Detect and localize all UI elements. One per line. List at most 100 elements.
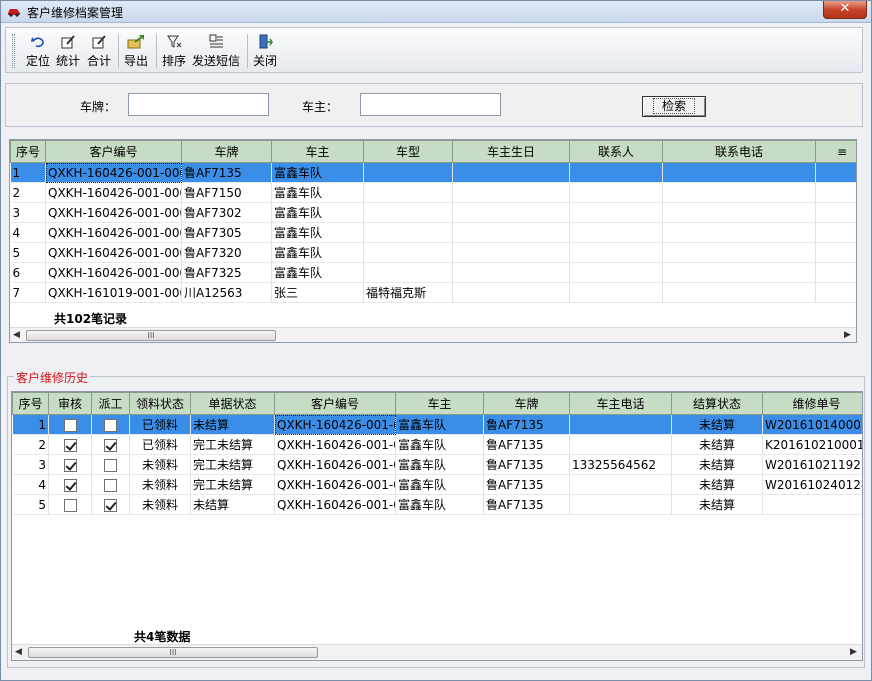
- column-header[interactable]: 车牌: [483, 392, 570, 415]
- table-cell[interactable]: [91, 434, 130, 455]
- dispatch-checkbox[interactable]: [104, 438, 117, 452]
- table-cell[interactable]: [91, 474, 130, 495]
- plate-input[interactable]: [128, 93, 269, 116]
- scroll-thumb[interactable]: III: [28, 647, 318, 658]
- table-cell: [452, 222, 570, 243]
- search-button[interactable]: 检索: [642, 96, 706, 117]
- history-hscrollbar[interactable]: ◀ III ▶: [12, 644, 862, 660]
- table-cell: [662, 202, 816, 223]
- table-cell: [569, 202, 663, 223]
- column-header[interactable]: 结算状态: [671, 392, 763, 415]
- table-cell: 未结算: [190, 414, 275, 435]
- audit-checkbox[interactable]: [63, 438, 77, 452]
- column-header[interactable]: 联系电话: [662, 140, 816, 163]
- audit-checkbox[interactable]: [63, 458, 77, 472]
- column-header[interactable]: 客户编号: [45, 140, 182, 163]
- filter-sort-icon: [167, 35, 182, 48]
- table-row[interactable]: 4 未领料完工未结算QXKH-160426-001-0001富鑫车队鲁AF7135…: [12, 474, 862, 495]
- table-cell[interactable]: [48, 434, 92, 455]
- table-cell: [363, 162, 453, 183]
- export-button[interactable]: 导出: [121, 32, 151, 70]
- column-header[interactable]: 序号: [10, 140, 46, 163]
- audit-checkbox[interactable]: [63, 498, 77, 512]
- table-row[interactable]: 3 QXKH-160426-001-0003 鲁AF7302 富鑫车队: [10, 202, 856, 223]
- table-row[interactable]: 6 QXKH-160426-001-0006 鲁AF7325 富鑫车队: [10, 262, 856, 283]
- column-header[interactable]: 客户编号: [274, 392, 396, 415]
- table-cell: 2: [12, 434, 49, 455]
- sort-button[interactable]: 排序: [159, 32, 189, 70]
- table-cell: 福特福克斯: [363, 282, 453, 303]
- column-header[interactable]: 车主电话: [569, 392, 672, 415]
- table-cell: [569, 434, 672, 455]
- scroll-right-icon[interactable]: ▶: [844, 330, 851, 340]
- table-cell: [569, 182, 663, 203]
- plate-label: 车牌：: [80, 100, 117, 114]
- table-cell: 未结算: [190, 494, 275, 515]
- table-cell: 川A12563: [181, 282, 272, 303]
- table-row[interactable]: 1 QXKH-160426-001-0001 鲁AF7135 富鑫车队: [10, 162, 856, 183]
- scroll-left-icon[interactable]: ◀: [13, 330, 20, 340]
- close-window-button[interactable]: ✕: [823, 1, 867, 19]
- table-row[interactable]: 7 QXKH-161019-001-0001 川A12563 张三 福特福克斯: [10, 282, 856, 303]
- column-header[interactable]: 审核: [48, 392, 92, 415]
- toolbar-grip[interactable]: [12, 34, 15, 68]
- column-header[interactable]: 领料状态: [129, 392, 191, 415]
- close-button[interactable]: 关闭: [250, 32, 280, 70]
- scroll-thumb[interactable]: III: [26, 330, 276, 341]
- table-cell: [363, 202, 453, 223]
- table-cell[interactable]: [91, 414, 130, 435]
- table-row[interactable]: 2 已领料完工未结算QXKH-160426-001-0001富鑫车队鲁AF7135…: [12, 434, 862, 455]
- table-cell: 4: [10, 222, 46, 243]
- table-cell: 已领料: [129, 414, 191, 435]
- total-button[interactable]: 合计: [85, 32, 113, 70]
- column-header[interactable]: 维修单号: [762, 392, 862, 415]
- owner-input[interactable]: [360, 93, 501, 116]
- table-row[interactable]: 3 未领料完工未结算QXKH-160426-001-0001富鑫车队鲁AF7135…: [12, 454, 862, 475]
- table-cell[interactable]: [48, 474, 92, 495]
- scroll-right-icon[interactable]: ▶: [850, 647, 857, 657]
- history-header-row: 序号 审核 派工 领料状态 单据状态 客户编号 车主 车牌 车主电话 结算状态 维修单号: [12, 392, 862, 415]
- table-cell[interactable]: [91, 454, 130, 475]
- table-row[interactable]: 1已领料未结算QXKH-160426-001-0001富鑫车队鲁AF7135未结…: [12, 414, 862, 435]
- column-header[interactable]: 派工: [91, 392, 130, 415]
- column-header[interactable]: 车主: [395, 392, 484, 415]
- table-row[interactable]: 4 QXKH-160426-001-0004 鲁AF7305 富鑫车队: [10, 222, 856, 243]
- locate-button[interactable]: 定位: [24, 32, 52, 70]
- dispatch-checkbox[interactable]: [104, 418, 117, 432]
- send-sms-button[interactable]: 发送短信: [190, 32, 242, 70]
- history-grid[interactable]: 序号 审核 派工 领料状态 单据状态 客户编号 车主 车牌 车主电话 结算状态 维修单号 1 已领料未…: [11, 391, 863, 661]
- table-row[interactable]: 5 QXKH-160426-001-0005 鲁AF7320 富鑫车队: [10, 242, 856, 263]
- dispatch-checkbox[interactable]: [104, 498, 117, 512]
- dispatch-checkbox[interactable]: [104, 478, 117, 492]
- column-header[interactable]: 单据状态: [190, 392, 275, 415]
- table-cell: 鲁AF7305: [181, 222, 272, 243]
- stats-button[interactable]: 统计: [54, 32, 82, 70]
- table-cell: [363, 222, 453, 243]
- scroll-left-icon[interactable]: ◀: [15, 647, 22, 657]
- table-cell[interactable]: [91, 494, 130, 515]
- audit-checkbox[interactable]: [63, 478, 77, 492]
- customer-grid[interactable]: 序号 客户编号 车牌 车主 车型 车主生日 联系人 联系电话 ≡ 1 QXKH-160426-00…: [9, 139, 857, 343]
- column-header[interactable]: 车主生日: [452, 140, 570, 163]
- column-header[interactable]: 车型: [363, 140, 453, 163]
- column-header[interactable]: 联系人: [569, 140, 663, 163]
- sms-list-icon: [209, 34, 223, 48]
- column-header[interactable]: ≡: [815, 140, 856, 163]
- column-header[interactable]: 车主: [271, 140, 364, 163]
- table-cell: 张三: [271, 282, 364, 303]
- table-row[interactable]: 2 QXKH-160426-001-0002 鲁AF7150 富鑫车队: [10, 182, 856, 203]
- table-cell[interactable]: [48, 454, 92, 475]
- column-header[interactable]: 序号: [12, 392, 49, 415]
- column-header[interactable]: 车牌: [181, 140, 272, 163]
- table-row[interactable]: 5未领料未结算QXKH-160426-001-0001富鑫车队鲁AF7135未结…: [12, 494, 862, 515]
- table-cell: W201610240128: [762, 474, 862, 495]
- table-cell: 鲁AF7135: [483, 454, 570, 475]
- customer-hscrollbar[interactable]: ◀ III ▶: [10, 327, 856, 342]
- dispatch-checkbox[interactable]: [104, 458, 117, 472]
- table-cell[interactable]: [48, 414, 92, 435]
- table-cell[interactable]: [48, 494, 92, 515]
- table-cell: [662, 262, 816, 283]
- audit-checkbox[interactable]: [63, 418, 77, 432]
- table-cell: 富鑫车队: [395, 434, 484, 455]
- table-cell: [363, 242, 453, 263]
